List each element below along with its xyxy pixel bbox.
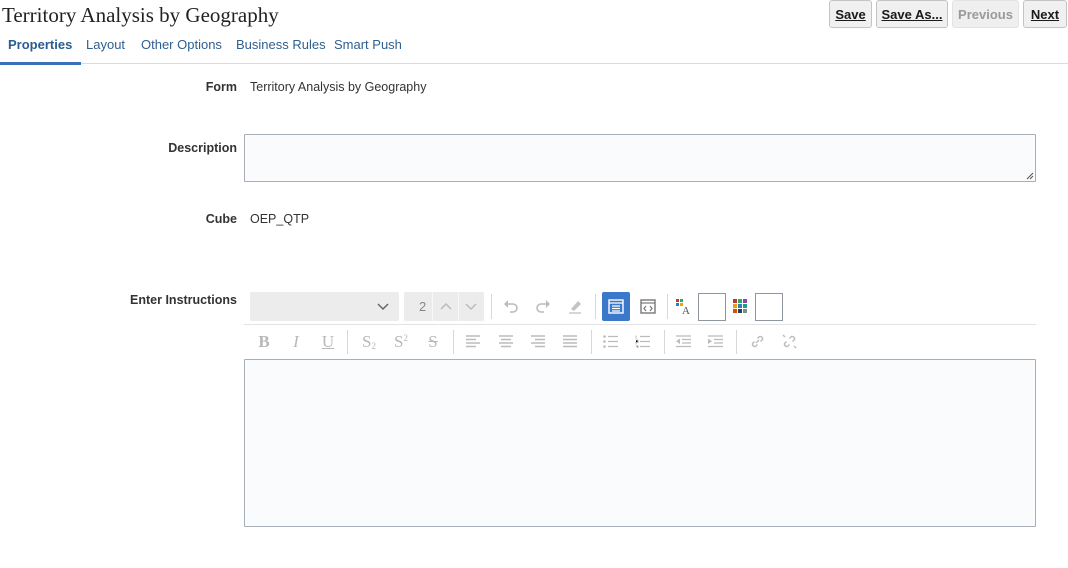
font-color-icon[interactable]: A: [675, 298, 691, 315]
chevron-down-icon[interactable]: [465, 302, 477, 311]
save-button[interactable]: Save: [829, 0, 872, 28]
tab-label: Properties: [8, 37, 73, 52]
justify-icon[interactable]: [563, 335, 577, 348]
underline-icon[interactable]: U: [318, 332, 338, 352]
tab-smart-push[interactable]: Smart Push: [334, 30, 402, 64]
form-label: Form: [205, 80, 237, 94]
unlink-icon[interactable]: [782, 334, 797, 349]
align-right-icon[interactable]: [531, 335, 545, 348]
resize-handle-icon[interactable]: [1026, 172, 1034, 180]
svg-text:A: A: [682, 305, 690, 315]
redo-icon[interactable]: [535, 298, 551, 314]
clear-format-icon[interactable]: [567, 298, 583, 314]
tab-layout[interactable]: Layout: [86, 30, 125, 64]
description-field[interactable]: [244, 134, 1036, 182]
previous-button[interactable]: Previous: [952, 0, 1019, 28]
italic-icon[interactable]: I: [286, 332, 306, 352]
description-label: Description: [168, 141, 237, 155]
page-title: Territory Analysis by Geography: [2, 3, 279, 27]
background-color-icon[interactable]: [733, 299, 747, 313]
outdent-icon[interactable]: [676, 335, 691, 348]
instructions-editor[interactable]: [244, 359, 1036, 527]
bold-icon[interactable]: B: [254, 332, 274, 352]
tab-business-rules[interactable]: Business Rules: [236, 30, 326, 64]
cube-label: Cube: [205, 212, 237, 226]
align-left-icon[interactable]: [466, 335, 480, 348]
indent-icon[interactable]: [708, 335, 723, 348]
link-icon[interactable]: [750, 334, 765, 349]
numbered-list-icon[interactable]: [635, 335, 650, 348]
undo-icon[interactable]: [503, 298, 519, 314]
form-name-value: Territory Analysis by Geography: [250, 80, 427, 94]
bulleted-list-icon[interactable]: [603, 335, 618, 348]
instructions-label: Enter Instructions: [130, 293, 237, 307]
superscript-icon[interactable]: S2: [391, 332, 411, 352]
toolbar-divider: [244, 324, 1036, 325]
strikethrough-icon[interactable]: S: [423, 332, 443, 352]
font-size-stepper[interactable]: 2: [404, 292, 484, 321]
chevron-down-icon: [377, 303, 389, 311]
rich-text-mode-icon: [608, 299, 624, 314]
next-button[interactable]: Next: [1023, 0, 1067, 28]
source-mode-icon[interactable]: [640, 299, 656, 314]
save-as-button[interactable]: Save As...: [876, 0, 948, 28]
align-center-icon[interactable]: [499, 335, 513, 348]
cube-value: OEP_QTP: [250, 212, 310, 226]
tab-properties[interactable]: Properties: [0, 30, 82, 65]
tab-bar: Properties Layout Other Options Business…: [0, 30, 1068, 65]
background-color-swatch[interactable]: [755, 293, 783, 321]
chevron-up-icon[interactable]: [440, 302, 452, 311]
subscript-icon[interactable]: S2: [359, 332, 379, 352]
font-color-swatch[interactable]: [698, 293, 726, 321]
font-family-select[interactable]: [250, 292, 399, 321]
font-size-value: 2: [419, 299, 427, 314]
rich-text-mode-button[interactable]: [602, 292, 630, 321]
tab-other-options[interactable]: Other Options: [141, 30, 222, 64]
